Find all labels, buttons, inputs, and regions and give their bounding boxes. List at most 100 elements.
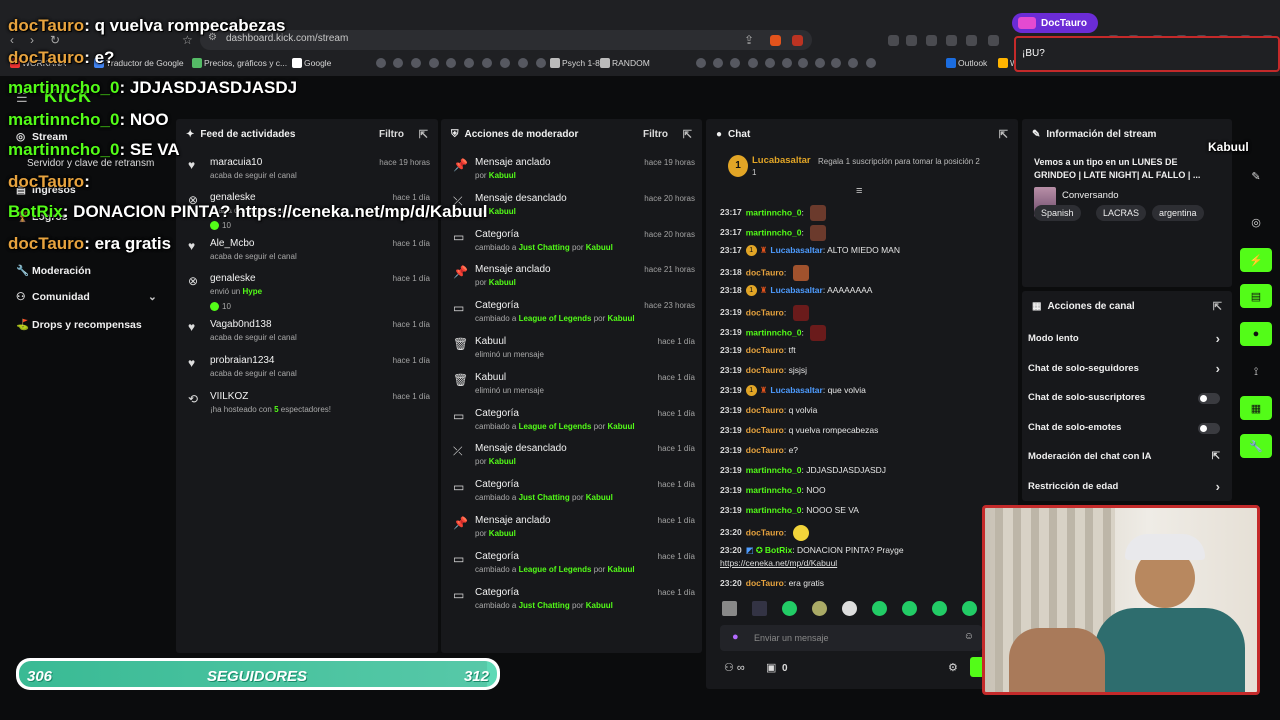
camera-icon[interactable]: ◎ [1240, 210, 1272, 234]
activity-item[interactable]: ⊗ genaleske hace 1 día envió un Hype 10 [184, 271, 434, 312]
activity-item[interactable]: ♥ probraian1234 hace 1 día acaba de seguir … [184, 353, 434, 387]
mod-action-item[interactable]: ▭ Categoría hace 1 día cambiado a League of… [449, 406, 699, 440]
favicon-icon[interactable] [696, 58, 706, 68]
chat-username[interactable]: martinncho_0 [746, 485, 802, 495]
category-link[interactable]: Just Chatting [519, 493, 570, 502]
favicon-icon[interactable] [765, 58, 775, 68]
notes-icon[interactable]: ▤ [1240, 284, 1272, 308]
extension-icon[interactable] [988, 35, 999, 46]
chat-message[interactable]: 23:20 ◩ ✪ BotRix: DONACION PINTA? Prayge [720, 545, 904, 556]
chat-link[interactable]: https://ceneka.net/mp/d/Kabuul [720, 558, 837, 568]
activity-filter-button[interactable]: Filtro [379, 129, 404, 140]
broadcast-icon[interactable]: ⟟ [1240, 360, 1272, 384]
favicon-icon[interactable] [730, 58, 740, 68]
favicon-icon[interactable] [411, 58, 421, 68]
lightning-icon[interactable]: ⚡ [1240, 248, 1272, 272]
quick-emote-icon[interactable] [722, 601, 737, 616]
chat-message[interactable]: 23:19 docTauro: q vuelva rompecabezas [720, 425, 878, 435]
chat-message[interactable]: 23:19 martinncho_0: [720, 325, 827, 341]
mod-action-item[interactable]: ▭ Categoría hace 20 horas cambiado a Just C… [449, 227, 699, 261]
quick-emote-icon[interactable] [932, 601, 947, 616]
bookmark-item[interactable]: Outlook [958, 58, 987, 68]
category-link[interactable]: Just Chatting [519, 243, 570, 252]
wrench-icon[interactable]: 🔧 [1240, 434, 1272, 458]
activity-user[interactable]: genaleske [210, 273, 256, 284]
chat-message[interactable]: 23:19 martinncho_0: NOO [720, 485, 826, 495]
moderator-name[interactable]: Kabuul [608, 422, 635, 431]
mod-action-item[interactable]: 📌 Mensaje anclado hace 19 horas por Kabuul [449, 155, 699, 189]
mod-action-item[interactable]: ▭ Categoría hace 23 horas cambiado a League… [449, 298, 699, 332]
chat-username[interactable]: docTauro [746, 307, 784, 317]
activity-item[interactable]: ♥ Vagab0nd138 hace 1 día acaba de seguir el… [184, 317, 434, 351]
category-link[interactable]: League of Legends [519, 422, 592, 431]
channel-setting[interactable]: Moderación del chat con IA ⇱ [1028, 451, 1224, 471]
sidebar-item[interactable]: ⚇ Comunidad ⌄ [16, 291, 157, 303]
extension-icon[interactable] [966, 35, 977, 46]
favicon-icon[interactable] [713, 58, 723, 68]
emote-picker-icon[interactable]: ☺ [964, 631, 974, 642]
chat-message[interactable]: 23:20 docTauro: [720, 525, 809, 541]
chevron-right-icon[interactable]: › [1216, 331, 1220, 346]
stream-tag[interactable]: Spanish [1034, 205, 1081, 221]
chat-settings-icon[interactable]: ⚙ [948, 661, 958, 674]
chat-username[interactable]: martinncho_0 [746, 327, 802, 337]
chat-username[interactable]: docTauro [746, 267, 784, 277]
popout-icon[interactable]: ⇱ [999, 128, 1008, 141]
chevron-right-icon[interactable]: › [1216, 361, 1220, 376]
moderator-name[interactable]: Kabuul [489, 207, 516, 216]
mod-action-item[interactable]: ▭ Categoría hace 1 día cambiado a League of… [449, 549, 699, 583]
moderator-name[interactable]: Kabuul [489, 278, 516, 287]
mod-action-item[interactable]: ▭ Categoría hace 1 día cambiado a Just Chat… [449, 585, 699, 619]
edit-icon[interactable]: ✎ [1240, 164, 1272, 188]
extension-icon[interactable] [926, 35, 937, 46]
favicon-icon[interactable] [866, 58, 876, 68]
mic-icon[interactable]: ● [732, 631, 739, 643]
moderator-name[interactable]: Kabuul [489, 457, 516, 466]
favicon-icon[interactable] [393, 58, 403, 68]
bookmark-item[interactable]: Traductor de Google [106, 58, 184, 68]
bookmark-item[interactable]: RANDOM [612, 58, 650, 68]
brave-shield-icon[interactable] [770, 35, 781, 46]
layout-icon[interactable]: ▦ [1240, 396, 1272, 420]
mod-filter-button[interactable]: Filtro [643, 129, 668, 140]
chat-username[interactable]: Lucabasaltar [770, 285, 822, 295]
chat-message[interactable]: 23:19 docTauro: e? [720, 445, 798, 455]
category-link[interactable]: League of Legends [519, 565, 592, 574]
bookmark-item[interactable]: Precios, gráficos y c... [204, 58, 287, 68]
category-name[interactable]: Conversando [1062, 190, 1119, 201]
favicon-icon[interactable] [446, 58, 456, 68]
favicon-icon[interactable] [536, 58, 546, 68]
activity-user[interactable]: maracuia10 [210, 157, 262, 168]
sidebar-item[interactable]: 🔧 Moderación [16, 264, 91, 277]
activity-user[interactable]: VIILKOZ [210, 391, 248, 402]
chat-username[interactable]: Lucabasaltar [770, 385, 822, 395]
extension-icon[interactable] [906, 35, 917, 46]
stream-tag[interactable]: argentina [1152, 205, 1204, 221]
address-bar[interactable]: ⚙ dashboard.kick.com/stream [200, 30, 812, 50]
mod-action-item[interactable]: ⤫ Mensaje desanclado hace 1 día por Kabuul [449, 441, 699, 475]
favicon-icon[interactable] [482, 58, 492, 68]
quick-emote-icon[interactable] [782, 601, 797, 616]
bookmark-item[interactable]: Psych 1-8 [562, 58, 600, 68]
chat-message[interactable]: 23:17 martinncho_0: [720, 205, 827, 221]
profile-chip[interactable]: DocTauro [1012, 13, 1098, 33]
stream-tag[interactable]: LACRAS [1096, 205, 1147, 221]
favicon-icon[interactable] [831, 58, 841, 68]
chat-username[interactable]: Lucabasaltar [770, 245, 822, 255]
activity-user[interactable]: probraian1234 [210, 355, 275, 366]
extension-icon[interactable] [946, 35, 957, 46]
chat-username[interactable]: docTauro [746, 445, 784, 455]
chat-message[interactable]: 23:17 martinncho_0: [720, 225, 827, 241]
chat-message[interactable]: 23:18 docTauro: [720, 265, 809, 281]
chat-message[interactable]: 23:19 docTauro: [720, 305, 809, 321]
moderator-name[interactable]: Kabuul [608, 314, 635, 323]
gift-cta[interactable]: Regala 1 suscripción para tomar la posic… [818, 157, 1004, 167]
external-link-icon[interactable]: ⇱ [1212, 451, 1220, 462]
chat-username[interactable]: docTauro [746, 365, 784, 375]
chat-username[interactable]: docTauro [746, 578, 784, 588]
quick-emote-icon[interactable] [962, 601, 977, 616]
favicon-icon[interactable] [848, 58, 858, 68]
channel-setting[interactable]: Chat de solo-seguidores › [1028, 361, 1224, 383]
share-icon[interactable]: ⇪ [744, 33, 754, 47]
chat-username[interactable]: martinncho_0 [746, 227, 802, 237]
